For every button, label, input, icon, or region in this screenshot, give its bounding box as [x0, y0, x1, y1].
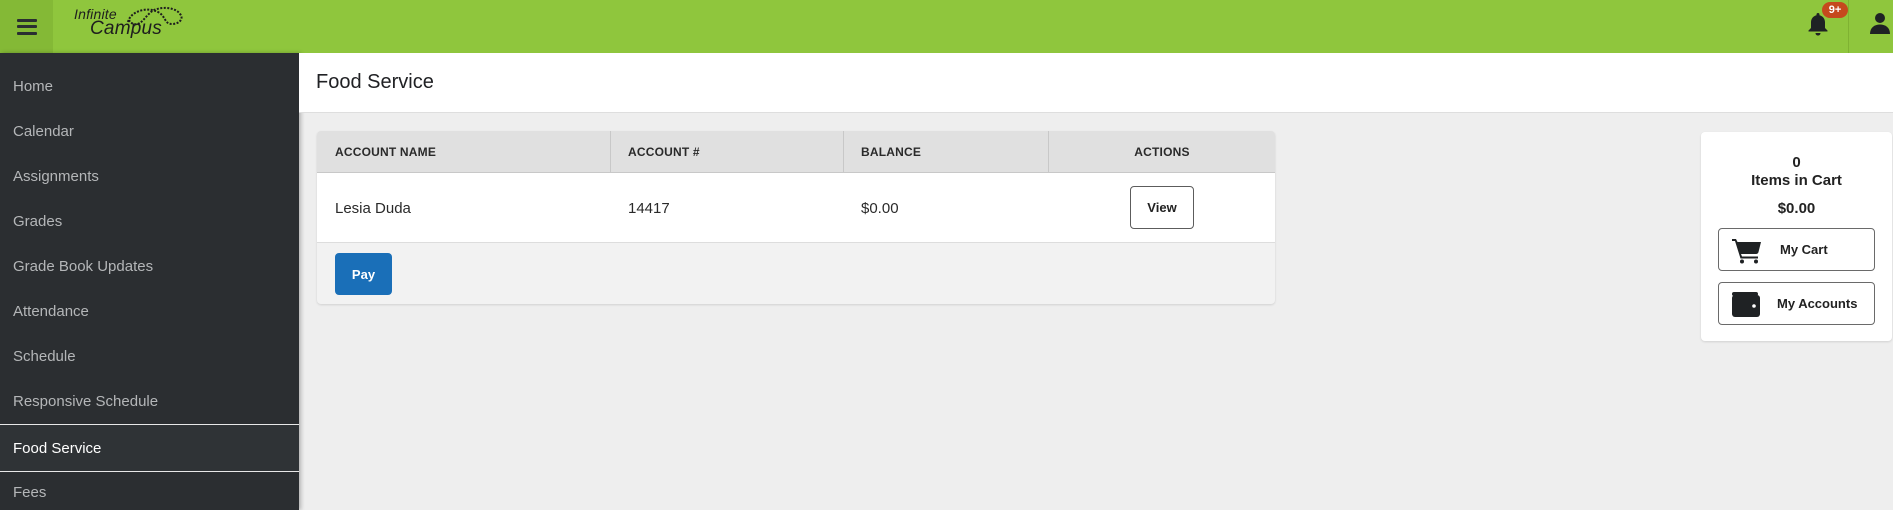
sidebar-item-label: Food Service	[13, 439, 102, 457]
menu-button[interactable]	[0, 0, 53, 53]
sidebar-item-schedule[interactable]: Schedule	[0, 334, 299, 379]
sidebar-item-food-service[interactable]: Food Service	[0, 424, 299, 472]
sidebar-item-label: Fees	[13, 484, 47, 501]
shopping-cart-icon	[1732, 239, 1761, 264]
cart-items-label: Items in Cart	[1751, 172, 1842, 189]
top-header: Infinite Campus 9+	[0, 0, 1893, 53]
app-logo[interactable]: Infinite Campus	[74, 4, 184, 42]
view-button[interactable]: View	[1130, 186, 1194, 229]
my-accounts-label: My Accounts	[1777, 296, 1858, 311]
page-title: Food Service	[316, 71, 434, 93]
sidebar-item-home[interactable]: Home	[0, 64, 299, 109]
my-accounts-button[interactable]: My Accounts	[1718, 282, 1875, 325]
sidebar-nav: Home Calendar Assignments Grades Grade B…	[0, 53, 299, 510]
accounts-table-card: ACCOUNT NAME ACCOUNT # BALANCE ACTIONS L…	[317, 131, 1275, 304]
table-row: Lesia Duda 14417 $0.00 View	[317, 173, 1275, 243]
sidebar-item-label: Calendar	[13, 123, 74, 140]
person-icon[interactable]	[1868, 11, 1892, 35]
column-header-account-name: ACCOUNT NAME	[335, 144, 437, 159]
cart-summary-panel: 0 Items in Cart $0.00 My Cart My Account…	[1701, 132, 1892, 341]
hamburger-menu-icon	[16, 18, 37, 35]
notification-badge[interactable]: 9+	[1822, 2, 1848, 18]
sidebar-item-attendance[interactable]: Attendance	[0, 289, 299, 334]
sidebar-item-label: Grades	[13, 213, 63, 230]
sidebar-item-responsive-schedule[interactable]: Responsive Schedule	[0, 379, 299, 424]
balance-cell: $0.00	[861, 199, 899, 217]
cart-total: $0.00	[1777, 200, 1816, 217]
sidebar-item-grade-book-updates[interactable]: Grade Book Updates	[0, 244, 299, 289]
column-divider	[843, 131, 844, 172]
my-cart-label: My Cart	[1780, 242, 1828, 257]
column-header-account-number: ACCOUNT #	[628, 144, 700, 159]
wallet-icon	[1732, 292, 1760, 317]
header-divider	[1848, 0, 1849, 53]
cart-item-count: 0	[1792, 154, 1801, 171]
column-divider	[610, 131, 611, 172]
account-name-cell: Lesia Duda	[335, 199, 411, 217]
sidebar-item-label: Schedule	[13, 348, 76, 365]
column-header-actions: ACTIONS	[1134, 144, 1190, 159]
sidebar-item-label: Grade Book Updates	[13, 258, 154, 275]
sidebar-item-calendar[interactable]: Calendar	[0, 109, 299, 154]
table-header: ACCOUNT NAME ACCOUNT # BALANCE ACTIONS	[317, 131, 1275, 173]
sidebar-item-grades[interactable]: Grades	[0, 199, 299, 244]
sidebar-item-fees[interactable]: Fees	[0, 470, 299, 510]
my-cart-button[interactable]: My Cart	[1718, 228, 1875, 271]
pay-button[interactable]: Pay	[335, 253, 392, 295]
sidebar-item-label: Responsive Schedule	[13, 393, 159, 410]
account-number-cell: 14417	[628, 199, 670, 217]
sidebar-item-label: Home	[13, 78, 54, 95]
sidebar-item-assignments[interactable]: Assignments	[0, 154, 299, 199]
sidebar-item-label: Assignments	[13, 168, 99, 185]
sidebar-item-label: Attendance	[13, 303, 89, 320]
page-title-bar: Food Service	[299, 53, 1893, 113]
logo-swoosh-icon	[127, 6, 183, 26]
column-header-balance: BALANCE	[861, 144, 922, 159]
